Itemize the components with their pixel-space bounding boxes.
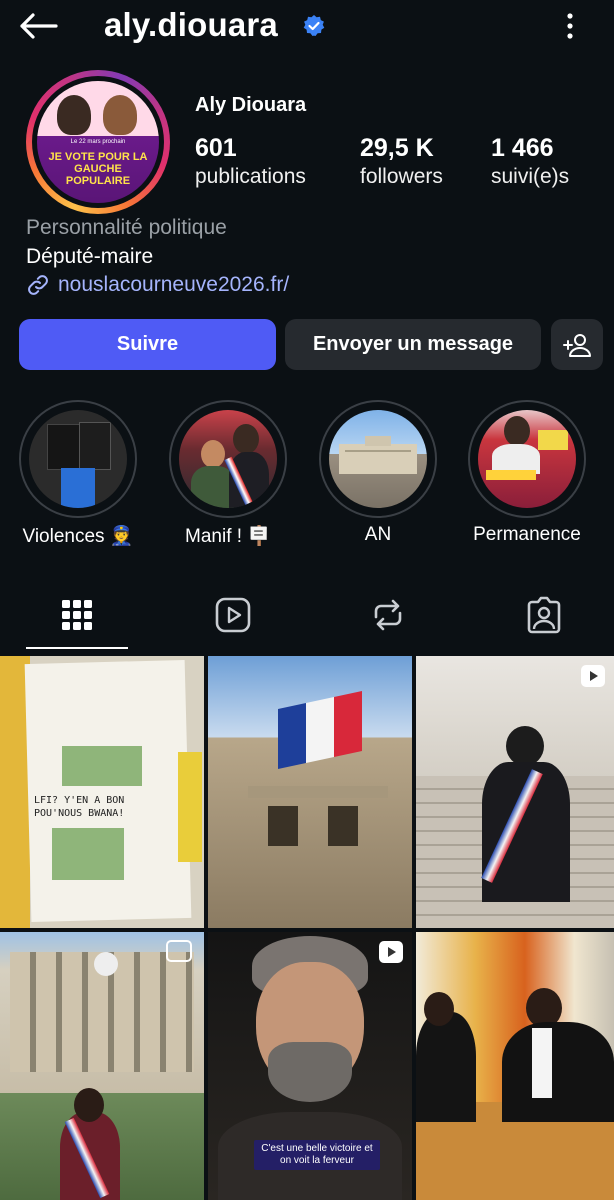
reel-icon [581,665,605,687]
post-letter-text: LFI? Y'EN A BON POU'NOUS BWANA! [34,795,125,819]
avatar: Le 22 mars prochain JE VOTE POUR LA GAUC… [37,81,159,203]
tab-grid[interactable] [57,595,97,635]
top-bar: aly.diouara [0,0,614,54]
tagged-person-icon [527,596,561,634]
post-tile[interactable]: LFI? Y'EN A BON POU'NOUS BWANA! [0,656,204,928]
repost-icon [374,599,402,631]
post-tile[interactable]: C'est une belle victoire et on voit la f… [208,932,412,1200]
profile-full-name: Aly Diouara [195,94,307,116]
suggest-users-button[interactable] [551,319,603,370]
stat-value: 29,5 K [360,134,434,162]
stat-value: 1 466 [491,134,554,162]
highlight-label: Permanence [473,524,581,545]
profile-link-text: nouslacourneuve2026.fr/ [58,273,290,296]
reels-play-icon [215,597,251,633]
post-tile[interactable] [208,656,412,928]
grid-icon [62,600,92,630]
avatar-subtext: Le 22 mars prochain [70,139,126,145]
post-tile[interactable] [416,932,614,1200]
highlight-label: AN [364,524,392,545]
stat-publications: 601 publications [195,134,306,189]
stat-label: publications [195,165,306,188]
avatar-person [57,95,91,135]
highlight-violences[interactable]: Violences 👮 [18,400,138,548]
stat-value: 601 [195,134,237,162]
tab-tagged[interactable] [524,595,564,635]
stat-label: suivi(e)s [491,165,570,188]
stat-label: followers [360,165,443,188]
back-button[interactable] [18,8,62,44]
profile-username: aly.diouara [104,6,278,43]
highlight-an[interactable]: AN [318,400,438,546]
arrow-left-icon [20,13,58,39]
active-tab-indicator [26,647,128,649]
stat-following[interactable]: 1 466 suivi(e)s [491,134,569,189]
follow-button[interactable]: Suivre [19,319,276,370]
highlight-manif[interactable]: Manif ! 🪧 [168,400,288,548]
highlight-label: Violences 👮 [22,526,134,547]
tab-reels[interactable] [213,595,253,635]
profile-category: Personnalité politique [26,216,227,239]
avatar-slogan: JE VOTE POUR LA GAUCHE POPULAIRE [48,151,148,187]
profile-bio: Député-maire [26,245,154,268]
highlight-label: Manif ! 🪧 [185,526,271,547]
post-caption: C'est une belle victoire et on voit la f… [254,1140,380,1170]
posts-grid: LFI? Y'EN A BON POU'NOUS BWANA! C'est un… [0,656,614,1200]
reel-icon [379,941,403,963]
profile-avatar-story-ring[interactable]: Le 22 mars prochain JE VOTE POUR LA GAUC… [26,70,170,214]
stat-followers[interactable]: 29,5 K followers [360,134,443,189]
avatar-person [103,95,137,135]
more-options-button[interactable] [556,8,584,44]
tab-reposts[interactable] [368,595,408,635]
add-person-icon [563,333,591,357]
profile-tabs [0,585,614,651]
more-vertical-icon [567,13,573,39]
post-tile[interactable] [0,932,204,1200]
highlight-permanence[interactable]: Permanence [467,400,587,546]
send-message-button[interactable]: Envoyer un message [285,319,541,370]
profile-link[interactable]: nouslacourneuve2026.fr/ [26,273,289,297]
post-tile[interactable] [416,656,614,928]
verified-badge-icon [303,15,325,36]
link-icon [28,275,48,295]
